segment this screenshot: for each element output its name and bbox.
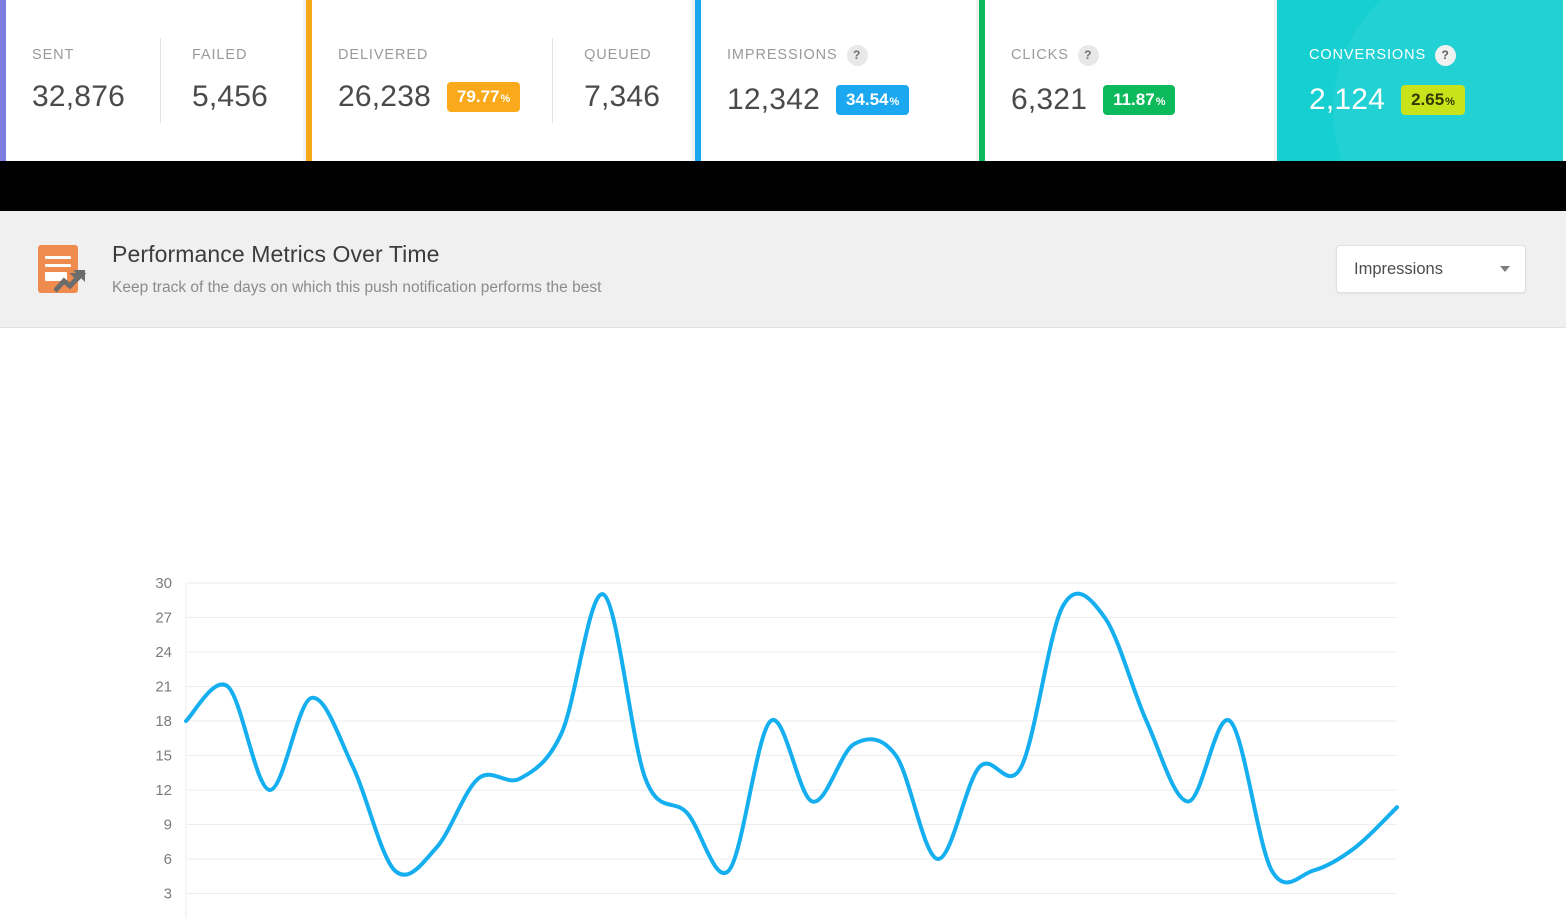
performance-chart: 036912151821242730 05 Nov 201808 Nov 201… xyxy=(0,328,1566,918)
metric-label: QUEUED xyxy=(584,47,682,63)
svg-text:6: 6 xyxy=(164,851,172,868)
metric-label-text: CONVERSIONS xyxy=(1309,47,1426,63)
metric-failed: FAILED 5,456 xyxy=(160,0,303,161)
metric-select-dropdown[interactable]: Impressions xyxy=(1336,245,1526,293)
document-line xyxy=(45,256,71,259)
metric-queued: QUEUED 7,346 xyxy=(552,0,692,161)
metric-delivered: DELIVERED 26,238 79.77% xyxy=(306,0,552,161)
help-icon[interactable]: ? xyxy=(1078,45,1099,66)
metric-value: 12,342 xyxy=(727,83,820,117)
stat-card-conversions[interactable]: CONVERSIONS ? 2,124 2.65% xyxy=(1277,0,1563,161)
report-chart-icon xyxy=(32,239,90,299)
percent-sign: % xyxy=(501,94,511,105)
stat-card-sent[interactable]: SENT 32,876 FAILED 5,456 xyxy=(0,0,306,161)
percentage-value: 11.87 xyxy=(1113,91,1155,108)
svg-text:12: 12 xyxy=(155,782,172,799)
percent-sign: % xyxy=(1445,97,1455,108)
help-icon[interactable]: ? xyxy=(1435,45,1456,66)
metric-value: 6,321 xyxy=(1011,83,1087,117)
stat-card-delivered[interactable]: DELIVERED 26,238 79.77% QUEUED 7,346 xyxy=(306,0,695,161)
percentage-badge: 34.54% xyxy=(836,85,909,115)
metric-value: 26,238 xyxy=(338,80,431,114)
svg-text:21: 21 xyxy=(155,679,172,696)
stat-card-clicks[interactable]: CLICKS ? 6,321 11.87% xyxy=(979,0,1277,161)
chart-svg: 036912151821242730 05 Nov 201808 Nov 201… xyxy=(0,328,1566,918)
percent-sign: % xyxy=(1156,97,1166,108)
svg-text:3: 3 xyxy=(164,886,172,903)
chart-line-series xyxy=(186,594,1397,883)
metric-label: IMPRESSIONS ? xyxy=(727,45,966,66)
percent-sign: % xyxy=(890,97,900,108)
svg-text:15: 15 xyxy=(155,748,172,765)
metric-label: DELIVERED xyxy=(338,47,542,63)
percentage-value: 79.77 xyxy=(457,88,500,105)
metric-label-text: CLICKS xyxy=(1011,47,1069,63)
percentage-badge: 79.77% xyxy=(447,82,520,112)
help-icon[interactable]: ? xyxy=(847,45,868,66)
svg-text:30: 30 xyxy=(155,575,172,592)
metric-sent: SENT 32,876 xyxy=(0,0,160,161)
metric-impressions: IMPRESSIONS ? 12,342 34.54% xyxy=(695,0,976,161)
metric-label: FAILED xyxy=(192,47,293,63)
metric-value: 2,124 xyxy=(1309,83,1385,117)
stat-card-impressions[interactable]: IMPRESSIONS ? 12,342 34.54% xyxy=(695,0,979,161)
metric-label: CLICKS ? xyxy=(1011,45,1264,66)
metric-select-value: Impressions xyxy=(1354,260,1443,279)
metric-conversions: CONVERSIONS ? 2,124 2.65% xyxy=(1277,0,1563,161)
metric-label: CONVERSIONS ? xyxy=(1309,45,1553,66)
percentage-badge: 2.65% xyxy=(1401,85,1465,115)
metric-label-text: DELIVERED xyxy=(338,47,428,63)
black-separator-band xyxy=(0,161,1566,211)
metric-label-text: SENT xyxy=(32,47,74,63)
metric-value: 5,456 xyxy=(192,80,268,114)
chart-y-axis-labels: 036912151821242730 xyxy=(155,575,172,918)
panel-header: Performance Metrics Over Time Keep track… xyxy=(0,211,1566,328)
stats-strip: SENT 32,876 FAILED 5,456 DELIVERED xyxy=(0,0,1566,161)
metric-value: 7,346 xyxy=(584,80,660,114)
panel-title: Performance Metrics Over Time xyxy=(112,241,601,268)
metric-label-text: QUEUED xyxy=(584,47,651,63)
metric-value: 32,876 xyxy=(32,80,125,114)
percentage-value: 2.65 xyxy=(1411,91,1444,108)
trend-arrow-icon xyxy=(54,265,90,295)
svg-text:9: 9 xyxy=(164,817,172,834)
panel-subtitle: Keep track of the days on which this pus… xyxy=(112,279,601,297)
svg-text:27: 27 xyxy=(155,610,172,627)
metric-label-text: IMPRESSIONS xyxy=(727,47,838,63)
percentage-badge: 11.87% xyxy=(1103,85,1175,115)
metric-label: SENT xyxy=(32,47,150,63)
svg-text:18: 18 xyxy=(155,713,172,730)
percentage-value: 34.54 xyxy=(846,91,889,108)
metric-label-text: FAILED xyxy=(192,47,247,63)
svg-text:24: 24 xyxy=(155,644,172,661)
chevron-down-icon xyxy=(1500,266,1510,272)
metric-clicks: CLICKS ? 6,321 11.87% xyxy=(979,0,1274,161)
